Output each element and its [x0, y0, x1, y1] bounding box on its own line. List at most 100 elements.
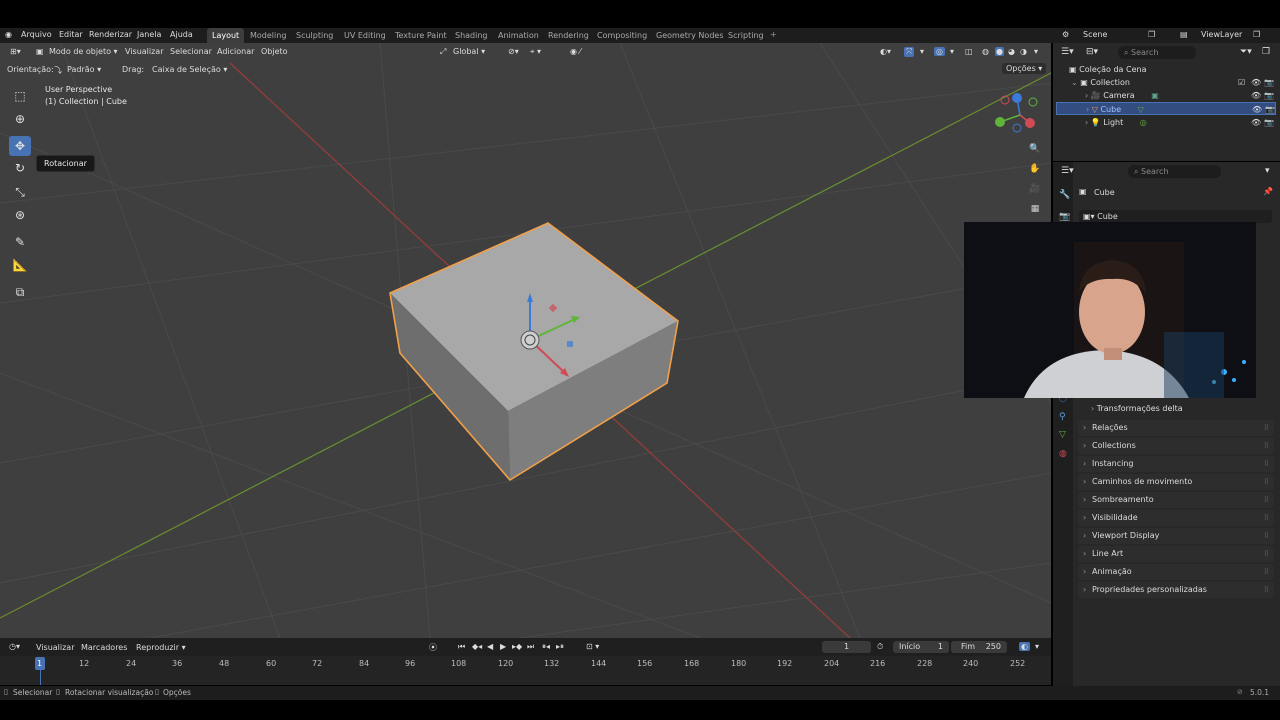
visibility-icon[interactable]: ◐▾ [880, 47, 891, 56]
gizmo-toggle-icon[interactable]: ⤧ [904, 47, 915, 57]
select-box-tool[interactable]: ⬚ [9, 86, 31, 106]
new-scene-icon[interactable]: ❐ [1148, 30, 1155, 39]
zoom-icon[interactable]: 🔍 [1028, 142, 1042, 156]
tool-tab-icon[interactable]: 🔧 [1059, 190, 1070, 200]
mesh-data-tab-icon[interactable]: ▽ [1059, 430, 1066, 440]
drag-dropdown[interactable]: Caixa de Seleção ▾ [152, 65, 227, 74]
panel-line-art[interactable]: › Line Art ⠿ [1078, 546, 1274, 562]
eye-icon[interactable]: 👁 [1251, 89, 1261, 102]
shading-solid-icon[interactable]: ● [995, 47, 1004, 56]
cursor-tool[interactable]: ⊕ [9, 109, 31, 129]
tab-modeling[interactable]: Modeling [245, 28, 291, 43]
menu-view[interactable]: Visualizar [125, 47, 164, 56]
new-viewlayer-icon[interactable]: ❐ [1253, 30, 1260, 39]
annotate-tool[interactable]: ✎ [9, 232, 31, 252]
scene-icon[interactable]: ⚙ [1062, 30, 1069, 39]
filter-icon[interactable]: ⏷▾ [1240, 47, 1252, 57]
tab-scripting[interactable]: Scripting [723, 28, 769, 43]
timeline-menu-markers[interactable]: Marcadores [81, 643, 127, 652]
auto-keying-icon[interactable]: ⦿ [429, 642, 437, 653]
playback-dropdown[interactable]: Reproduzir ▾ [136, 643, 186, 652]
panel-delta-transform[interactable]: › Transformações delta [1091, 404, 1183, 413]
outliner-scene-collection[interactable]: ▣ Coleção da Cena [1056, 63, 1276, 76]
exclude-checkbox[interactable]: ☑ [1238, 76, 1245, 89]
proportional-edit-icon[interactable]: ◉ ⁄ [570, 47, 581, 56]
menu-help[interactable]: Ajuda [170, 30, 193, 39]
shading-rendered-icon[interactable]: ◑ [1020, 47, 1027, 56]
scene-name[interactable]: Scene [1083, 30, 1107, 39]
gizmo-dropdown-icon[interactable]: ▾ [920, 47, 924, 56]
menu-add[interactable]: Adicionar [217, 47, 254, 56]
drag-handle-icon[interactable]: ⠿ [1264, 510, 1269, 526]
panel-relations[interactable]: › Relações ⠿ [1078, 420, 1274, 436]
transform-tool[interactable]: ⊛ [9, 205, 31, 225]
options-dropdown[interactable]: Opções ▾ [1002, 63, 1047, 74]
editor-type-icon[interactable]: ⊞▾ [10, 47, 21, 56]
scale-tool[interactable]: ⤡ [9, 182, 31, 202]
properties-editor-icon[interactable]: ☰▾ [1061, 166, 1074, 176]
next-marker-icon[interactable]: ▸⏸ [556, 642, 564, 652]
expand-icon[interactable]: ⌄ [1071, 78, 1078, 87]
drag-handle-icon[interactable]: ⠿ [1264, 456, 1269, 472]
add-cube-tool[interactable]: ⧉ [9, 282, 31, 302]
xray-icon[interactable]: ◫ [965, 47, 973, 56]
panel-animation[interactable]: › Animação ⠿ [1078, 564, 1274, 580]
snap-icon[interactable]: ⌖ ▾ [530, 47, 541, 57]
properties-search-input[interactable]: ⌕ Search [1128, 165, 1221, 178]
menu-render[interactable]: Renderizar [89, 30, 132, 39]
outliner-search-input[interactable]: ⌕ Search [1118, 46, 1196, 59]
material-tab-icon[interactable]: ◍ [1059, 449, 1067, 459]
camera-render-icon[interactable]: 📷 [1264, 89, 1274, 102]
timeline-options-dropdown-icon[interactable]: ▾ [1035, 642, 1039, 651]
timeline-menu-view[interactable]: Visualizar [36, 643, 75, 652]
chevron-right-icon[interactable]: › [1085, 91, 1088, 100]
menu-file[interactable]: Arquivo [21, 30, 52, 39]
drag-handle-icon[interactable]: ⠿ [1264, 492, 1269, 508]
tab-shading[interactable]: Shading [450, 28, 493, 43]
jump-end-icon[interactable]: ⏭ [527, 642, 534, 652]
outliner-collection[interactable]: ⌄ ▣ Collection ☑ 👁 📷 [1056, 76, 1276, 89]
panel-collections[interactable]: › Collections ⠿ [1078, 438, 1274, 454]
add-workspace-icon[interactable]: + [770, 30, 777, 39]
outliner-editor-icon[interactable]: ☰▾ [1061, 47, 1074, 57]
camera-render-icon[interactable]: 📷 [1265, 103, 1275, 116]
constraints-tab-icon[interactable]: ⚲ [1059, 412, 1066, 422]
eye-icon[interactable]: 👁 [1251, 116, 1261, 129]
cube-object[interactable] [389, 222, 679, 482]
panel-motion-paths[interactable]: › Caminhos de movimento ⠿ [1078, 474, 1274, 490]
overlay-dropdown-icon[interactable]: ▾ [950, 47, 954, 56]
menu-select[interactable]: Selecionar [170, 47, 212, 56]
next-keyframe-icon[interactable]: ▸◆ [512, 642, 522, 651]
move-tool[interactable]: ✥ [9, 136, 31, 156]
menu-object[interactable]: Objeto [261, 47, 288, 56]
navigation-gizmo[interactable] [995, 90, 1045, 140]
start-frame-field[interactable]: Início 1 [893, 641, 949, 653]
end-frame-field[interactable]: Fim 250 [951, 641, 1007, 653]
shading-dropdown-icon[interactable]: ▾ [1034, 47, 1038, 56]
shading-material-icon[interactable]: ◕ [1008, 47, 1015, 56]
keying-set-icon[interactable]: ⊡ ▾ [586, 642, 599, 651]
chevron-right-icon[interactable]: › [1086, 105, 1089, 114]
panel-viewport-display[interactable]: › Viewport Display ⠿ [1078, 528, 1274, 544]
tab-layout[interactable]: Layout [207, 28, 245, 43]
drag-handle-icon[interactable]: ⠿ [1264, 420, 1269, 436]
pin-icon[interactable]: 📌 [1263, 187, 1273, 196]
menu-edit[interactable]: Editar [59, 30, 83, 39]
menu-window[interactable]: Janela [137, 30, 161, 39]
3d-viewport[interactable]: ⊞▾ ▣ Modo de objeto ▾ Visualizar Selecio… [0, 43, 1051, 638]
tab-compositing[interactable]: Compositing [592, 28, 652, 43]
panel-instancing[interactable]: › Instancing ⠿ [1078, 456, 1274, 472]
timeline-editor-icon[interactable]: ◷▾ [9, 642, 20, 651]
drag-handle-icon[interactable]: ⠿ [1264, 582, 1269, 598]
play-icon[interactable]: ▶ [500, 642, 506, 651]
drag-handle-icon[interactable]: ⠿ [1264, 528, 1269, 544]
camera-view-icon[interactable]: 🎥 [1028, 182, 1042, 196]
measure-tool[interactable]: 📐 [9, 255, 31, 275]
timeline-options-icon[interactable]: ◐ [1019, 642, 1030, 651]
blender-logo-icon[interactable]: ◉ [5, 30, 12, 39]
pan-hand-icon[interactable]: ✋ [1028, 162, 1042, 176]
tab-geometry-nodes[interactable]: Geometry Nodes [651, 28, 728, 43]
properties-options-icon[interactable]: ▾ [1265, 166, 1270, 176]
play-reverse-icon[interactable]: ◀ [487, 642, 493, 651]
jump-start-icon[interactable]: ⏮ [458, 642, 465, 652]
